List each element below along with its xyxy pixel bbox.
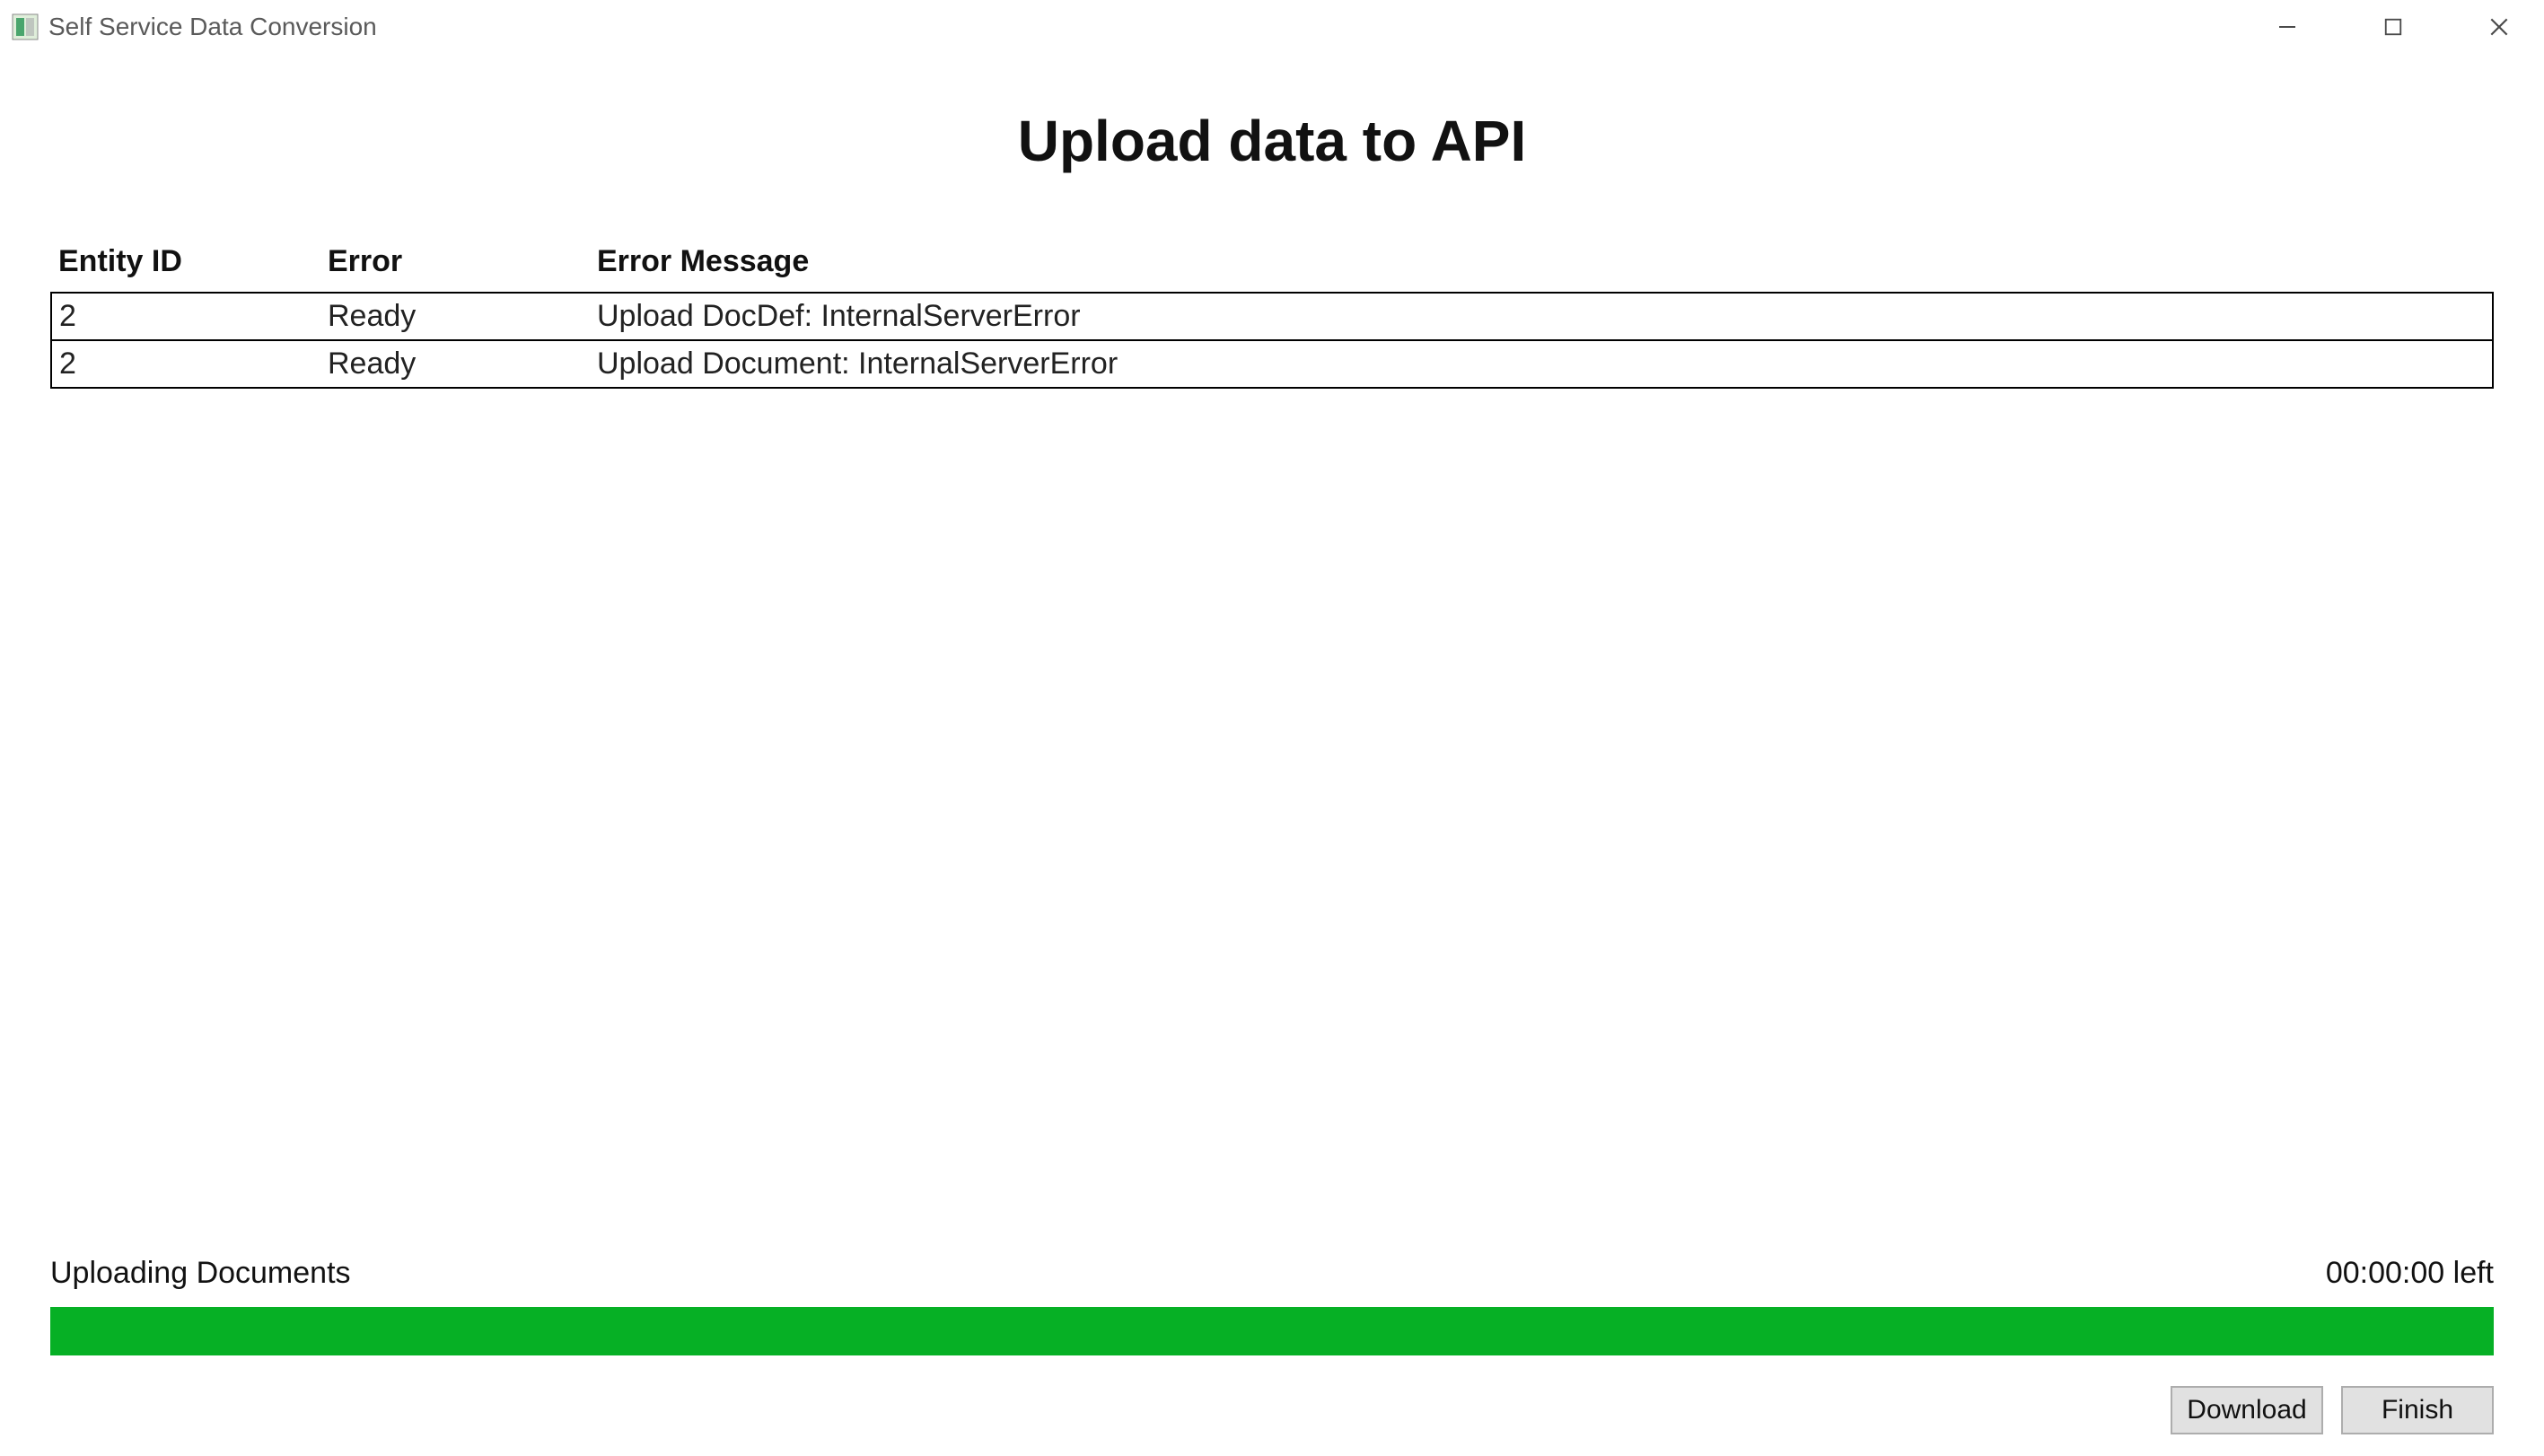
progress-bar <box>50 1307 2494 1355</box>
maximize-button[interactable] <box>2381 14 2406 39</box>
error-table: Entity ID Error Error Message 2 Ready Up… <box>50 237 2494 389</box>
status-row: Uploading Documents 00:00:00 left <box>50 1256 2494 1291</box>
status-text: Uploading Documents <box>50 1256 351 1291</box>
window-controls <box>2275 14 2533 39</box>
time-left: 00:00:00 left <box>2326 1256 2494 1291</box>
download-button[interactable]: Download <box>2171 1386 2323 1434</box>
cell-error-message: Upload DocDef: InternalServerError <box>590 293 2493 340</box>
app-icon <box>11 13 39 41</box>
footer-area: Uploading Documents 00:00:00 left Downlo… <box>50 1256 2494 1456</box>
window-title: Self Service Data Conversion <box>48 13 377 41</box>
close-button[interactable] <box>2487 14 2512 39</box>
cell-error: Ready <box>320 340 590 388</box>
error-table-wrapper: Entity ID Error Error Message 2 Ready Up… <box>50 237 2494 389</box>
table-row[interactable]: 2 Ready Upload Document: InternalServerE… <box>51 340 2493 388</box>
titlebar: Self Service Data Conversion <box>0 0 2544 54</box>
cell-error-message: Upload Document: InternalServerError <box>590 340 2493 388</box>
content-area: Upload data to API Entity ID Error Error… <box>0 54 2544 1456</box>
col-header-entity-id: Entity ID <box>51 237 320 293</box>
page-title: Upload data to API <box>50 108 2494 174</box>
table-row[interactable]: 2 Ready Upload DocDef: InternalServerErr… <box>51 293 2493 340</box>
minimize-button[interactable] <box>2275 14 2300 39</box>
cell-error: Ready <box>320 293 590 340</box>
buttons-row: Download Finish <box>50 1386 2494 1434</box>
cell-entity-id: 2 <box>51 340 320 388</box>
finish-button[interactable]: Finish <box>2341 1386 2494 1434</box>
col-header-error: Error <box>320 237 590 293</box>
col-header-error-message: Error Message <box>590 237 2493 293</box>
cell-entity-id: 2 <box>51 293 320 340</box>
